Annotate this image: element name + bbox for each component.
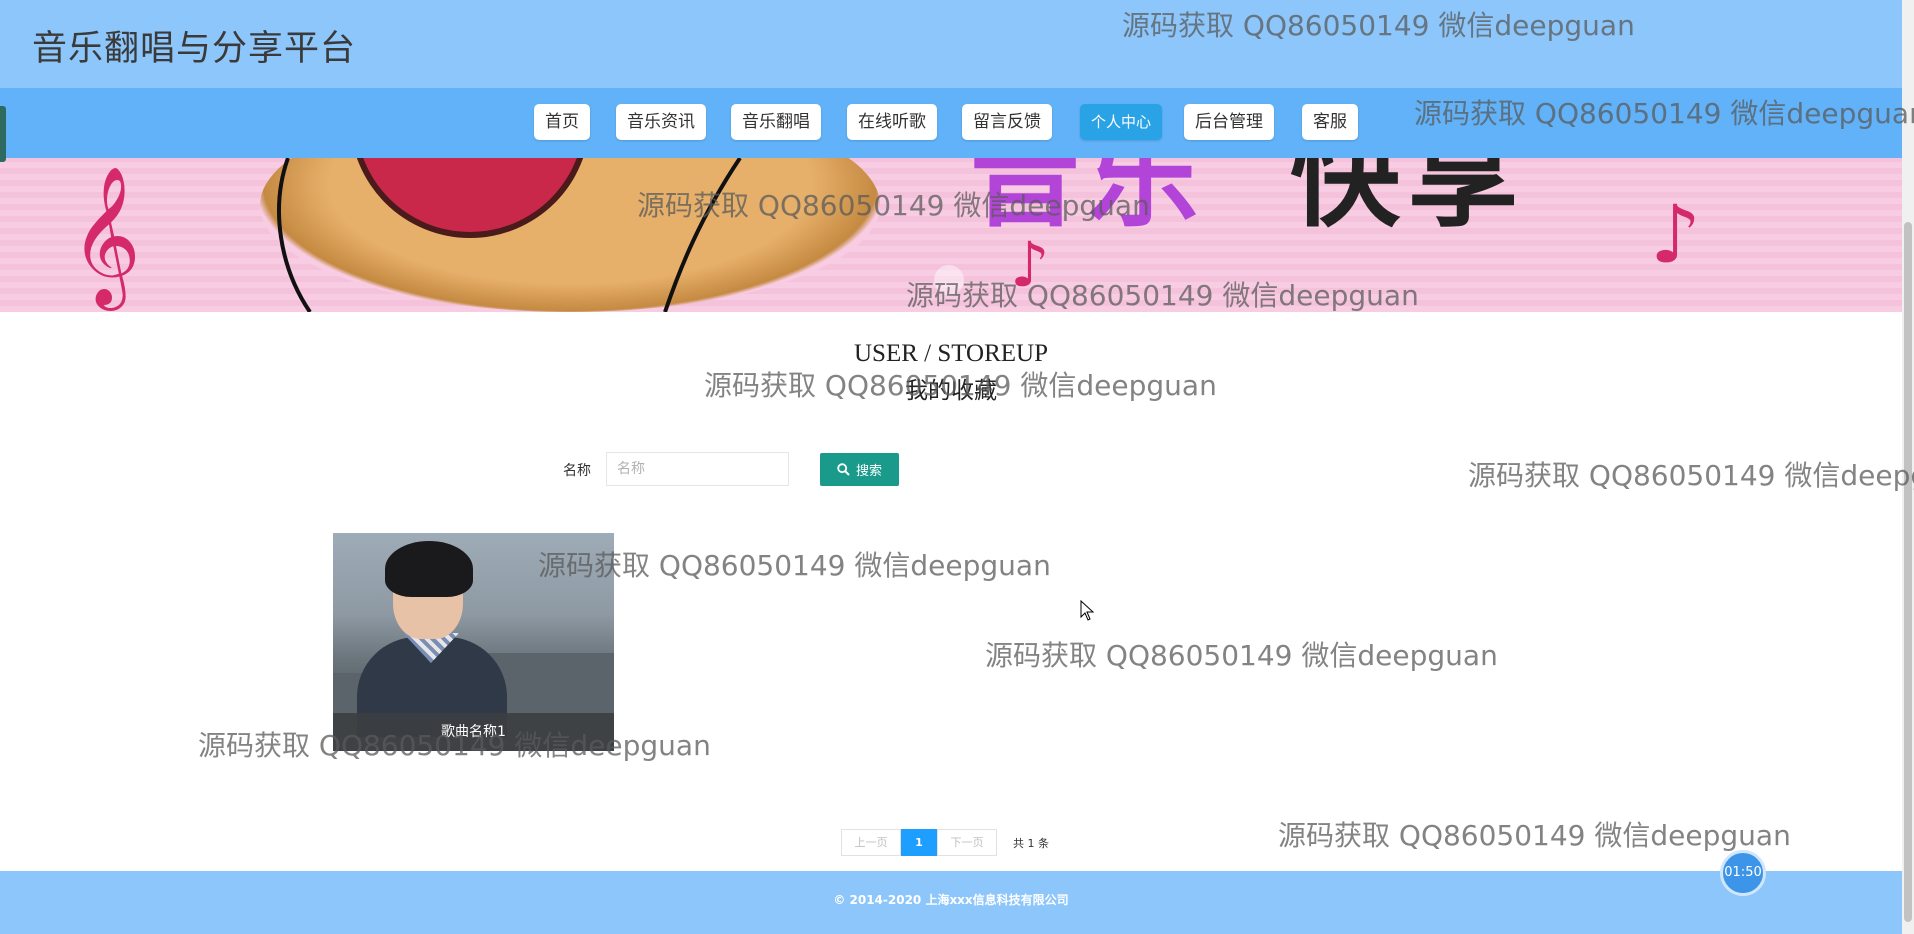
favorite-card[interactable]: 歌曲名称1 bbox=[333, 533, 614, 751]
watermark-text: 源码获取 QQ86050149 微信deepguan bbox=[538, 549, 1051, 582]
nav-item-personal-center[interactable]: 个人中心 bbox=[1080, 104, 1163, 140]
watermark-text: 源码获取 QQ86050149 微信deepguan bbox=[1468, 459, 1914, 492]
scrollbar-thumb[interactable] bbox=[1904, 222, 1912, 922]
pager-page-1[interactable]: 1 bbox=[901, 829, 937, 856]
page: 音乐翻唱与分享平台 首页 音乐资讯 音乐翻唱 在线听歌 留言反馈 个人中心 后台… bbox=[0, 0, 1914, 934]
card-caption: 歌曲名称1 bbox=[333, 713, 614, 751]
floating-timer[interactable]: 01:50 bbox=[1720, 850, 1766, 896]
banner-artwork-text: 快享 bbox=[1290, 158, 1526, 242]
carousel-indicator[interactable] bbox=[934, 265, 964, 295]
nav-item-music-cover[interactable]: 音乐翻唱 bbox=[731, 104, 821, 140]
side-drawer-handle[interactable] bbox=[0, 106, 6, 162]
music-note-icon: ♪ bbox=[1010, 228, 1050, 301]
search-icon bbox=[837, 463, 850, 476]
nav-item-music-news[interactable]: 音乐资讯 bbox=[616, 104, 706, 140]
footer-copyright: © 2014-2020 上海xxx信息科技有限公司 bbox=[833, 893, 1069, 907]
site-title: 音乐翻唱与分享平台 bbox=[32, 29, 357, 69]
section-title-en: USER / STOREUP bbox=[853, 340, 1049, 367]
nav-item-online-listen[interactable]: 在线听歌 bbox=[847, 104, 937, 140]
song-cover-image bbox=[333, 533, 614, 737]
search-button-label: 搜索 bbox=[855, 463, 882, 478]
nav-item-customer-service[interactable]: 客服 bbox=[1302, 104, 1358, 140]
search-input[interactable] bbox=[606, 452, 789, 486]
nav-item-feedback[interactable]: 留言反馈 bbox=[962, 104, 1052, 140]
main-nav: 首页 音乐资讯 音乐翻唱 在线听歌 留言反馈 个人中心 后台管理 客服 bbox=[0, 88, 1902, 158]
nav-item-home[interactable]: 首页 bbox=[534, 104, 590, 140]
search-label: 名称 bbox=[563, 463, 591, 479]
site-header: 音乐翻唱与分享平台 bbox=[0, 0, 1902, 88]
pager-total: 共 1 条 bbox=[1013, 837, 1049, 850]
person-hair bbox=[385, 541, 473, 597]
site-footer: © 2014-2020 上海xxx信息科技有限公司 bbox=[0, 871, 1902, 934]
search-button[interactable]: 搜索 bbox=[820, 453, 899, 486]
page-scrollbar[interactable] bbox=[1902, 0, 1914, 934]
watermark-text: 源码获取 QQ86050149 微信deepguan bbox=[1278, 819, 1791, 852]
banner-carousel[interactable]: 音乐 快享 𝄞 ♪ ♪ bbox=[0, 158, 1902, 312]
section-title-cn: 我的收藏 bbox=[905, 378, 997, 404]
music-note-icon: ♪ bbox=[1650, 188, 1702, 281]
pager-prev-button[interactable]: 上一页 bbox=[841, 829, 901, 856]
watermark-text: 源码获取 QQ86050149 微信deepguan bbox=[985, 639, 1498, 672]
mouse-cursor-icon bbox=[1080, 600, 1095, 621]
pager-next-button[interactable]: 下一页 bbox=[937, 829, 997, 856]
nav-item-admin[interactable]: 后台管理 bbox=[1184, 104, 1274, 140]
treble-clef-icon: 𝄞 bbox=[70, 166, 141, 305]
banner-artwork-text: 音乐 bbox=[970, 158, 1206, 242]
headphone-cable-icon bbox=[277, 158, 742, 312]
